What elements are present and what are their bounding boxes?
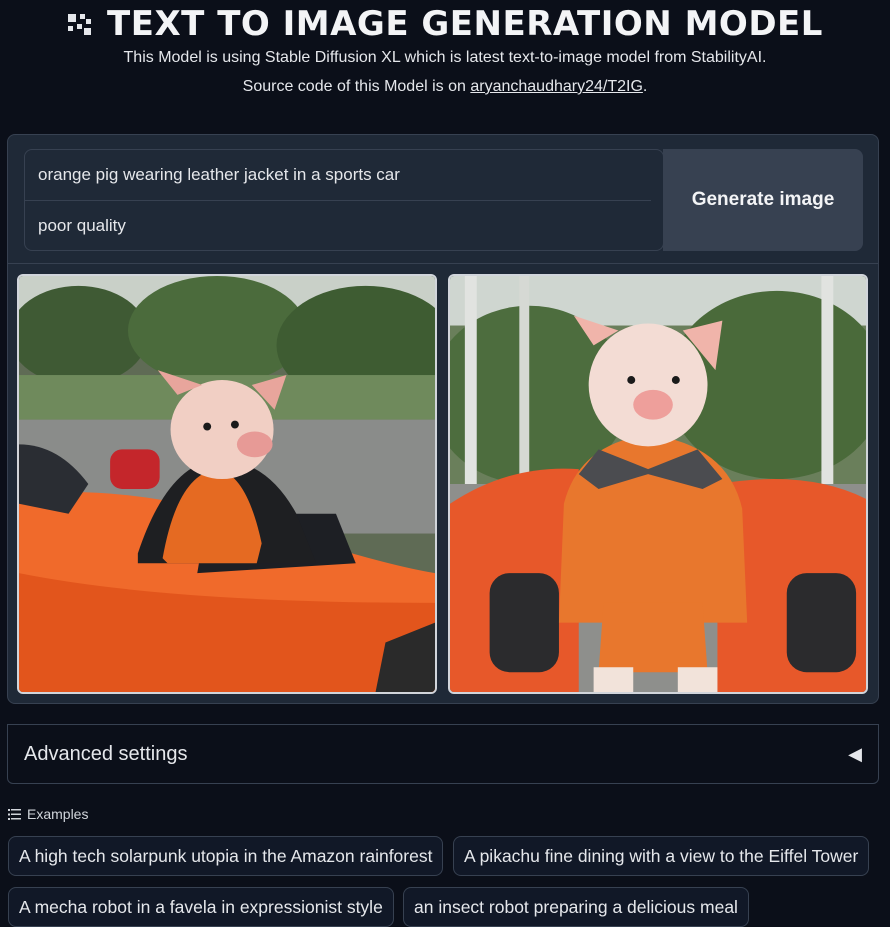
example-chip[interactable]: an insect robot preparing a delicious me… xyxy=(403,887,749,927)
prompt-input[interactable]: orange pig wearing leather jacket in a s… xyxy=(25,150,651,201)
source-line: Source code of this Model is on aryancha… xyxy=(0,78,890,96)
source-prefix: Source code of this Model is on xyxy=(242,78,471,95)
pig-in-car-image xyxy=(19,276,435,692)
example-chip[interactable]: A mecha robot in a favela in expressioni… xyxy=(8,887,394,927)
triangle-left-icon: ◀ xyxy=(848,743,862,764)
advanced-settings-accordion[interactable]: Advanced settings ◀ xyxy=(7,724,879,784)
pig-standing-image xyxy=(450,276,866,692)
gallery-image-2[interactable] xyxy=(448,274,868,694)
examples-header: Examples xyxy=(8,806,88,822)
gallery-divider xyxy=(8,263,878,264)
prompt-box: orange pig wearing leather jacket in a s… xyxy=(24,149,664,251)
source-suffix: . xyxy=(642,78,648,95)
negative-prompt-input[interactable]: poor quality xyxy=(25,201,651,250)
qr-grid-icon xyxy=(68,14,92,35)
generate-image-button[interactable]: Generate image xyxy=(663,149,863,251)
source-link[interactable]: aryanchaudhary24/T2IG xyxy=(470,78,643,95)
page-title: TEXT TO IMAGE GENERATION MODEL xyxy=(107,4,823,44)
advanced-settings-label: Advanced settings xyxy=(24,742,188,765)
list-icon xyxy=(8,808,21,820)
example-chip[interactable]: A high tech solarpunk utopia in the Amaz… xyxy=(8,836,444,876)
generation-panel: orange pig wearing leather jacket in a s… xyxy=(7,134,879,704)
header-title-row: TEXT TO IMAGE GENERATION MODEL xyxy=(0,4,890,44)
gallery-image-1[interactable] xyxy=(17,274,437,694)
subtitle: This Model is using Stable Diffusion XL … xyxy=(123,49,767,66)
examples-label: Examples xyxy=(27,806,89,822)
example-chip[interactable]: A pikachu fine dining with a view to the… xyxy=(453,836,870,876)
